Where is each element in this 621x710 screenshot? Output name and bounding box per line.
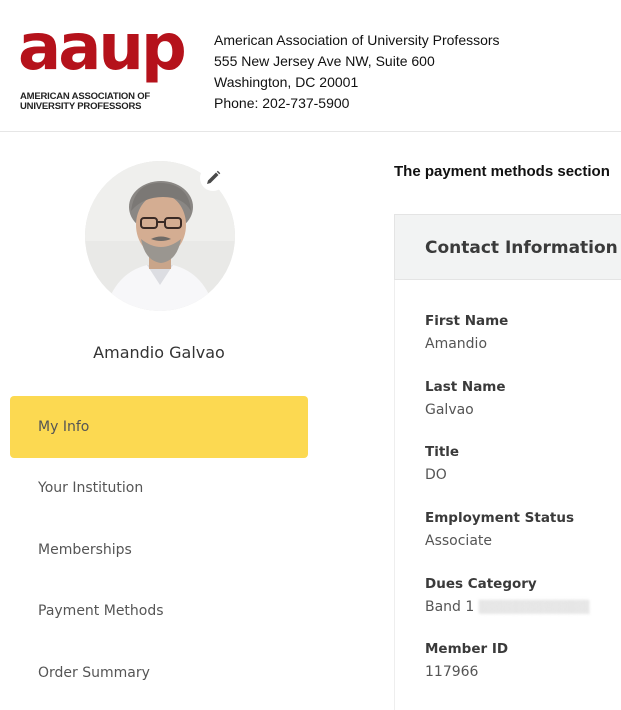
logo-subtitle: AMERICAN ASSOCIATION OF UNIVERSITY PROFE…: [20, 92, 150, 112]
field-label: Member ID: [425, 641, 509, 657]
field-value: DO: [425, 467, 447, 483]
edit-photo-button[interactable]: [200, 165, 226, 191]
field-label: Dues Category: [425, 576, 537, 592]
field-label: Title: [425, 444, 460, 460]
field-label: Last Name: [425, 379, 506, 395]
organization-address: American Association of University Profe…: [214, 30, 500, 114]
field-value: Associate: [425, 533, 492, 549]
field-last-name: Last Name Galvao: [425, 379, 506, 418]
sidebar-item-memberships[interactable]: Memberships: [10, 519, 308, 581]
field-value: Galvao: [425, 402, 474, 418]
field-value: Band 1 ▒▒▒▒▒▒▒▒▒▒▒▒: [425, 599, 590, 615]
field-label: Employment Status: [425, 510, 575, 526]
address-line-org: American Association of University Profe…: [214, 32, 500, 48]
pencil-icon: [207, 170, 221, 184]
page-header: aaup AMERICAN ASSOCIATION OF UNIVERSITY …: [0, 0, 621, 132]
sidebar-nav: My Info Your Institution Memberships Pay…: [10, 396, 308, 704]
field-employment-status: Employment Status Associate: [425, 510, 574, 549]
aaup-logo[interactable]: aaup AMERICAN ASSOCIATION OF UNIVERSITY …: [18, 16, 200, 116]
contact-card-header: Contact Information: [394, 214, 621, 280]
field-title: Title DO: [425, 444, 459, 483]
field-member-id: Member ID 117966: [425, 641, 508, 680]
payment-methods-notice: The payment methods section: [394, 163, 610, 180]
redacted-text: ▒▒▒▒▒▒▒▒▒▒▒▒: [478, 600, 590, 614]
field-label: First Name: [425, 313, 509, 329]
sidebar-item-my-info[interactable]: My Info: [10, 396, 308, 458]
dues-category-value: Band 1: [425, 599, 475, 615]
contact-card-body: First Name Amandio Last Name Galvao Titl…: [394, 280, 621, 710]
logo-wordmark: aaup: [18, 11, 187, 85]
address-line-street: 555 New Jersey Ave NW, Suite 600: [214, 53, 435, 69]
sidebar-item-order-summary[interactable]: Order Summary: [10, 642, 308, 704]
field-value: Amandio: [425, 336, 488, 352]
sidebar-item-your-institution[interactable]: Your Institution: [10, 458, 308, 520]
sidebar-item-payment-methods[interactable]: Payment Methods: [10, 581, 308, 643]
field-first-name: First Name Amandio: [425, 313, 508, 352]
address-line-phone: Phone: 202-737-5900: [214, 95, 350, 111]
card-title: Contact Information: [425, 238, 618, 258]
logo-subtitle-line2: UNIVERSITY PROFESSORS: [20, 101, 142, 112]
address-line-city: Washington, DC 20001: [214, 74, 359, 90]
profile-name: Amandio Galvao: [93, 343, 225, 362]
field-dues-category: Dues Category Band 1 ▒▒▒▒▒▒▒▒▒▒▒▒: [425, 576, 590, 615]
field-value: 117966: [425, 664, 479, 680]
